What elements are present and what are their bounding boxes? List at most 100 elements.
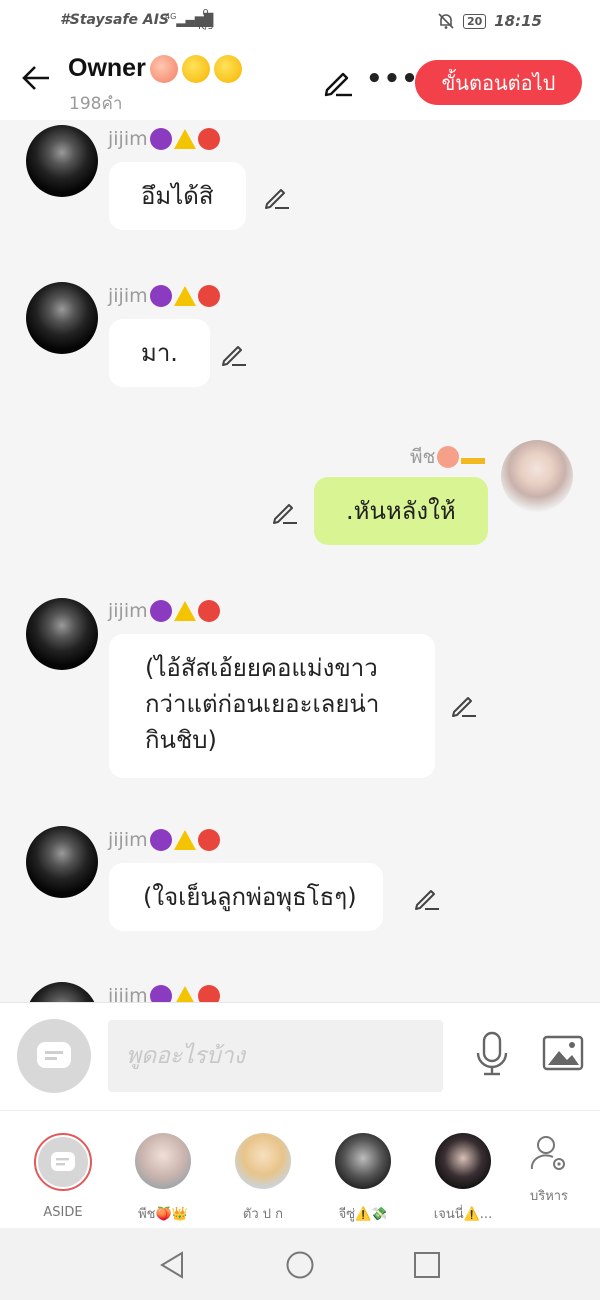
message-line: กินชิบ) [145,726,217,754]
next-step-button[interactable]: ขั้นตอนต่อไป [415,60,582,105]
clock: 18:15 [494,12,542,30]
message-bubble[interactable]: (ไอ้สัสเอ้ยยคอแม่งขาว กว่าแต่ก่อนเยอะเลย… [109,634,435,778]
warning-icon [173,986,196,1002]
hot-face-icon [197,285,220,307]
roster-label: เจนนี่⚠️... [433,1207,493,1222]
hot-face-icon [197,128,220,150]
avatar-jijim[interactable] [26,982,98,1002]
sender-label: พีช [410,446,436,468]
devil-icon [149,285,172,307]
sender-label: jijim [108,829,148,851]
chat-bubble-icon [51,1152,75,1171]
devil-icon [149,829,172,851]
roster-label: พีช🍑👑 [138,1207,188,1222]
aside-avatar [34,1133,92,1191]
avatar [135,1133,191,1189]
status-right: 20 18:15 [437,12,542,30]
message-bubble[interactable]: (ใจเย็นลูกพ่อพุธโธๆ) [109,863,383,931]
sender-name: jijim [108,285,220,307]
message-line: กว่าแต่ก่อนเยอะเลยน่า [145,690,380,718]
sender-label: jijim [108,600,148,622]
battery-indicator: 20 [462,13,487,29]
hot-face-icon [197,600,220,622]
chat-title[interactable]: Owner [68,54,242,83]
edit-message-icon[interactable] [450,691,478,719]
back-arrow-icon[interactable] [20,62,52,94]
avatar-jijim[interactable] [26,826,98,898]
hot-face-icon [197,985,220,1002]
nav-back-icon[interactable] [158,1250,186,1280]
sender-label: jijim [108,285,148,307]
hot-face-icon [197,829,220,851]
message-bubble[interactable]: อึมได้สิ [109,162,246,230]
chat-area[interactable]: jijim อึมได้สิ jijim มา. พีช .หันหลังให้… [0,120,600,1002]
roster-item-jennie[interactable]: เจนนี่⚠️... [418,1133,508,1224]
avatar [335,1133,391,1189]
roster-item-jisoo[interactable]: จีซู่⚠️💸 [318,1133,408,1224]
avatar [235,1133,291,1189]
avatar-jijim[interactable] [26,282,98,354]
chat-title-text: Owner [68,54,146,82]
edit-pen-icon[interactable] [322,66,354,98]
message-input-bar [0,1002,600,1110]
crown-icon [461,450,486,464]
sender-name: พีช [410,442,486,472]
peach-icon [437,446,460,468]
roster-label: บริหาร [529,1189,569,1204]
roster-item-aside[interactable]: ASIDE [18,1133,108,1220]
flushed-face-icon [181,54,210,83]
sender-label: jijim [108,985,148,1002]
speed-value: 0 [202,8,209,19]
roster-label: ตัว ป ก [242,1207,284,1222]
devil-icon [149,985,172,1002]
mute-bell-icon [438,13,454,29]
nav-home-icon[interactable] [285,1250,315,1280]
network-type: 4G [165,12,177,21]
roster-item-manage[interactable]: บริหาร [504,1135,594,1206]
message-line: (ไอ้สัสเอ้ยยคอแม่งขาว [145,654,378,682]
roster-item-character[interactable]: ตัว ป ก [218,1133,308,1224]
edit-message-icon[interactable] [263,183,291,211]
devil-icon [149,600,172,622]
avatar [435,1133,491,1189]
microphone-icon[interactable] [474,1031,510,1077]
roster-label: จีซู่⚠️💸 [338,1207,388,1222]
roster-item-peach[interactable]: พีช🍑👑 [118,1133,208,1224]
edit-message-icon[interactable] [220,340,248,368]
aside-toggle-button[interactable] [17,1019,91,1093]
network-speed: 0 K/s [198,7,213,33]
speed-unit: K/s [198,21,214,32]
message-input[interactable] [108,1020,443,1092]
chat-bubble-icon [37,1042,71,1068]
system-nav-bar [0,1228,600,1300]
avatar-jijim[interactable] [26,598,98,670]
carrier-name: #Staysafe AIS [60,12,170,28]
nav-recents-icon[interactable] [413,1251,441,1279]
peach-icon [149,54,178,83]
warning-icon [173,286,196,306]
avatar-jijim[interactable] [26,125,98,197]
sender-name: jijim [108,128,220,150]
edit-message-icon[interactable] [413,884,441,912]
character-roster: ASIDE พีช🍑👑 ตัว ป ก จีซู่⚠️💸 เจนนี่⚠️...… [0,1110,600,1228]
kissing-face-icon [213,54,242,83]
devil-icon [149,128,172,150]
word-count: 198คำ [69,94,123,114]
warning-icon [173,601,196,621]
avatar-peach[interactable] [501,440,573,512]
sender-name: jijim [108,600,220,622]
my-message-bubble[interactable]: .หันหลังให้ [314,477,488,545]
warning-icon [173,129,196,149]
image-icon[interactable] [542,1035,584,1071]
status-bar: #Staysafe AIS 4G▂▄▆█ 0 K/s 20 18:15 [0,0,600,44]
sender-name: jijim [108,829,220,851]
message-bubble[interactable]: มา. [109,319,210,387]
chat-header: Owner 198คำ ••• ขั้นตอนต่อไป [0,44,600,120]
warning-icon [173,830,196,850]
sender-name: jijim [108,985,220,1002]
more-options-icon[interactable]: ••• [366,64,419,94]
user-settings-icon [530,1136,565,1170]
edit-message-icon[interactable] [271,498,299,526]
sender-label: jijim [108,128,148,150]
roster-label: ASIDE [43,1205,83,1220]
